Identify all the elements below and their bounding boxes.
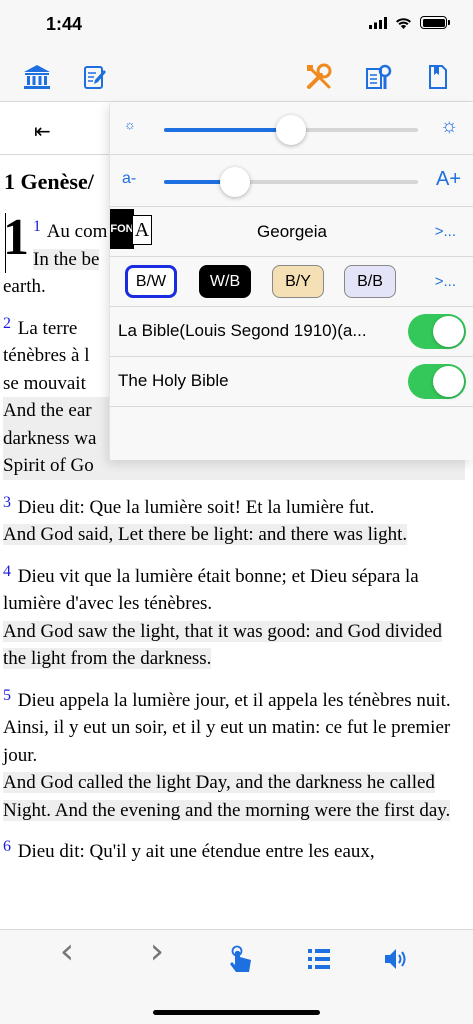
- verse-text-fr-line: La terre: [17, 317, 78, 339]
- verse-5[interactable]: 5 Dieu appela la lumière jour, et il app…: [3, 682, 465, 825]
- status-bar: 1:44: [0, 0, 473, 52]
- verse-text-fr: Dieu vit que la lumière était bonne; et …: [3, 565, 419, 615]
- verse-6[interactable]: 6 Dieu dit: Qu'il y ait une étendue entr…: [3, 833, 465, 866]
- list-icon[interactable]: [304, 944, 334, 974]
- verse-text-fr-line: ténèbres à l: [3, 345, 90, 366]
- theme-more-button[interactable]: >...: [435, 273, 456, 290]
- display-settings-popover: ☼ ☼ a- A+ FON A Georgeia >... B/W W/B B/…: [109, 103, 473, 460]
- brightness-slider-fill: [164, 128, 291, 132]
- verse-text-en: In the be: [33, 248, 100, 270]
- bottom-toolbar: ‹ ›: [0, 929, 473, 1024]
- tools-icon[interactable]: [304, 62, 334, 92]
- speaker-icon[interactable]: [381, 944, 411, 974]
- verse-number: 5: [3, 686, 11, 704]
- signal-icon: [369, 16, 387, 29]
- wifi-icon: [396, 17, 411, 29]
- brightness-slider-thumb[interactable]: [276, 115, 306, 145]
- verse-text-en-tail: earth.: [3, 276, 46, 297]
- font-larger-label: A+: [436, 168, 462, 190]
- theme-bb-button[interactable]: B/B: [344, 265, 396, 298]
- font-size-slider-thumb[interactable]: [220, 167, 251, 197]
- verse-number: 1: [33, 218, 41, 235]
- font-size-row: a- A+: [110, 155, 473, 207]
- verse-text-fr-line: se mouvait: [3, 372, 86, 394]
- verse-text-en: And God saw the light, that it was good:…: [3, 620, 443, 669]
- back-row: ⇤: [0, 103, 110, 155]
- current-font-name: Georgeia: [257, 222, 327, 241]
- verse-text-en: And God said, Let there be light: and th…: [3, 524, 408, 545]
- verse-text-fr: Dieu dit: Qu'il y ait une étendue entre …: [17, 841, 375, 862]
- brightness-row: ☼ ☼: [110, 103, 473, 155]
- font-size-slider[interactable]: [164, 167, 418, 197]
- bookmark-icon[interactable]: [423, 62, 453, 92]
- verse-number: 2: [3, 314, 11, 332]
- verse-number: 6: [3, 838, 11, 855]
- battery-icon: [420, 16, 450, 29]
- color-theme-row: B/W W/B B/Y B/B >...: [110, 257, 473, 307]
- brightness-low-icon: ☼: [124, 117, 136, 132]
- status-time: 1:44: [46, 14, 83, 34]
- font-selector-row[interactable]: FON A Georgeia >...: [110, 207, 473, 257]
- bible-toggle-switch[interactable]: [408, 314, 466, 349]
- font-smaller-label: a-: [122, 170, 137, 187]
- verse-text-fr: Dieu dit: Que la lumière soit! Et la lum…: [17, 496, 375, 518]
- bible-name-label: The Holy Bible: [118, 371, 229, 390]
- bible-toggle-switch[interactable]: [408, 364, 466, 399]
- search-book-icon[interactable]: [364, 62, 394, 92]
- verse-number: 4: [3, 562, 11, 580]
- bible-name-label: La Bible(Louis Segond 1910)(a...: [118, 321, 367, 340]
- previous-chapter-icon[interactable]: ‹: [52, 931, 82, 972]
- tap-icon[interactable]: [226, 944, 256, 974]
- verse-text-fr: Dieu appela la lumière jour, et il appel…: [3, 689, 451, 766]
- bible-toggle-row: La Bible(Louis Segond 1910)(a...: [110, 307, 473, 357]
- top-toolbar: [0, 52, 473, 102]
- chapter-title: 1 Genèse/: [4, 169, 94, 194]
- back-to-start-button[interactable]: ⇤: [34, 119, 51, 143]
- theme-bw-button[interactable]: B/W: [125, 265, 177, 298]
- verse-text-en: And God called the light Day, and the da…: [3, 772, 451, 821]
- brightness-high-icon: ☼: [440, 115, 459, 137]
- bible-toggle-row: The Holy Bible: [110, 357, 473, 407]
- theme-by-button[interactable]: B/Y: [272, 265, 324, 298]
- theme-wb-button[interactable]: W/B: [199, 265, 251, 298]
- font-more-button[interactable]: >...: [435, 223, 456, 240]
- verse-number: 3: [3, 493, 11, 511]
- brightness-slider[interactable]: [164, 115, 418, 145]
- library-icon[interactable]: [22, 62, 52, 92]
- home-indicator: [153, 1010, 320, 1015]
- verse-3[interactable]: 3 Dieu dit: Que la lumière soit! Et la l…: [3, 489, 465, 549]
- verse-text-fr: Au com: [46, 221, 108, 242]
- status-icons: [369, 16, 450, 29]
- verse-4[interactable]: 4 Dieu vit que la lumière était bonne; e…: [3, 558, 465, 673]
- next-chapter-icon[interactable]: ›: [142, 931, 172, 972]
- chapter-drop-number: 1: [3, 209, 29, 266]
- notes-icon[interactable]: [80, 62, 110, 92]
